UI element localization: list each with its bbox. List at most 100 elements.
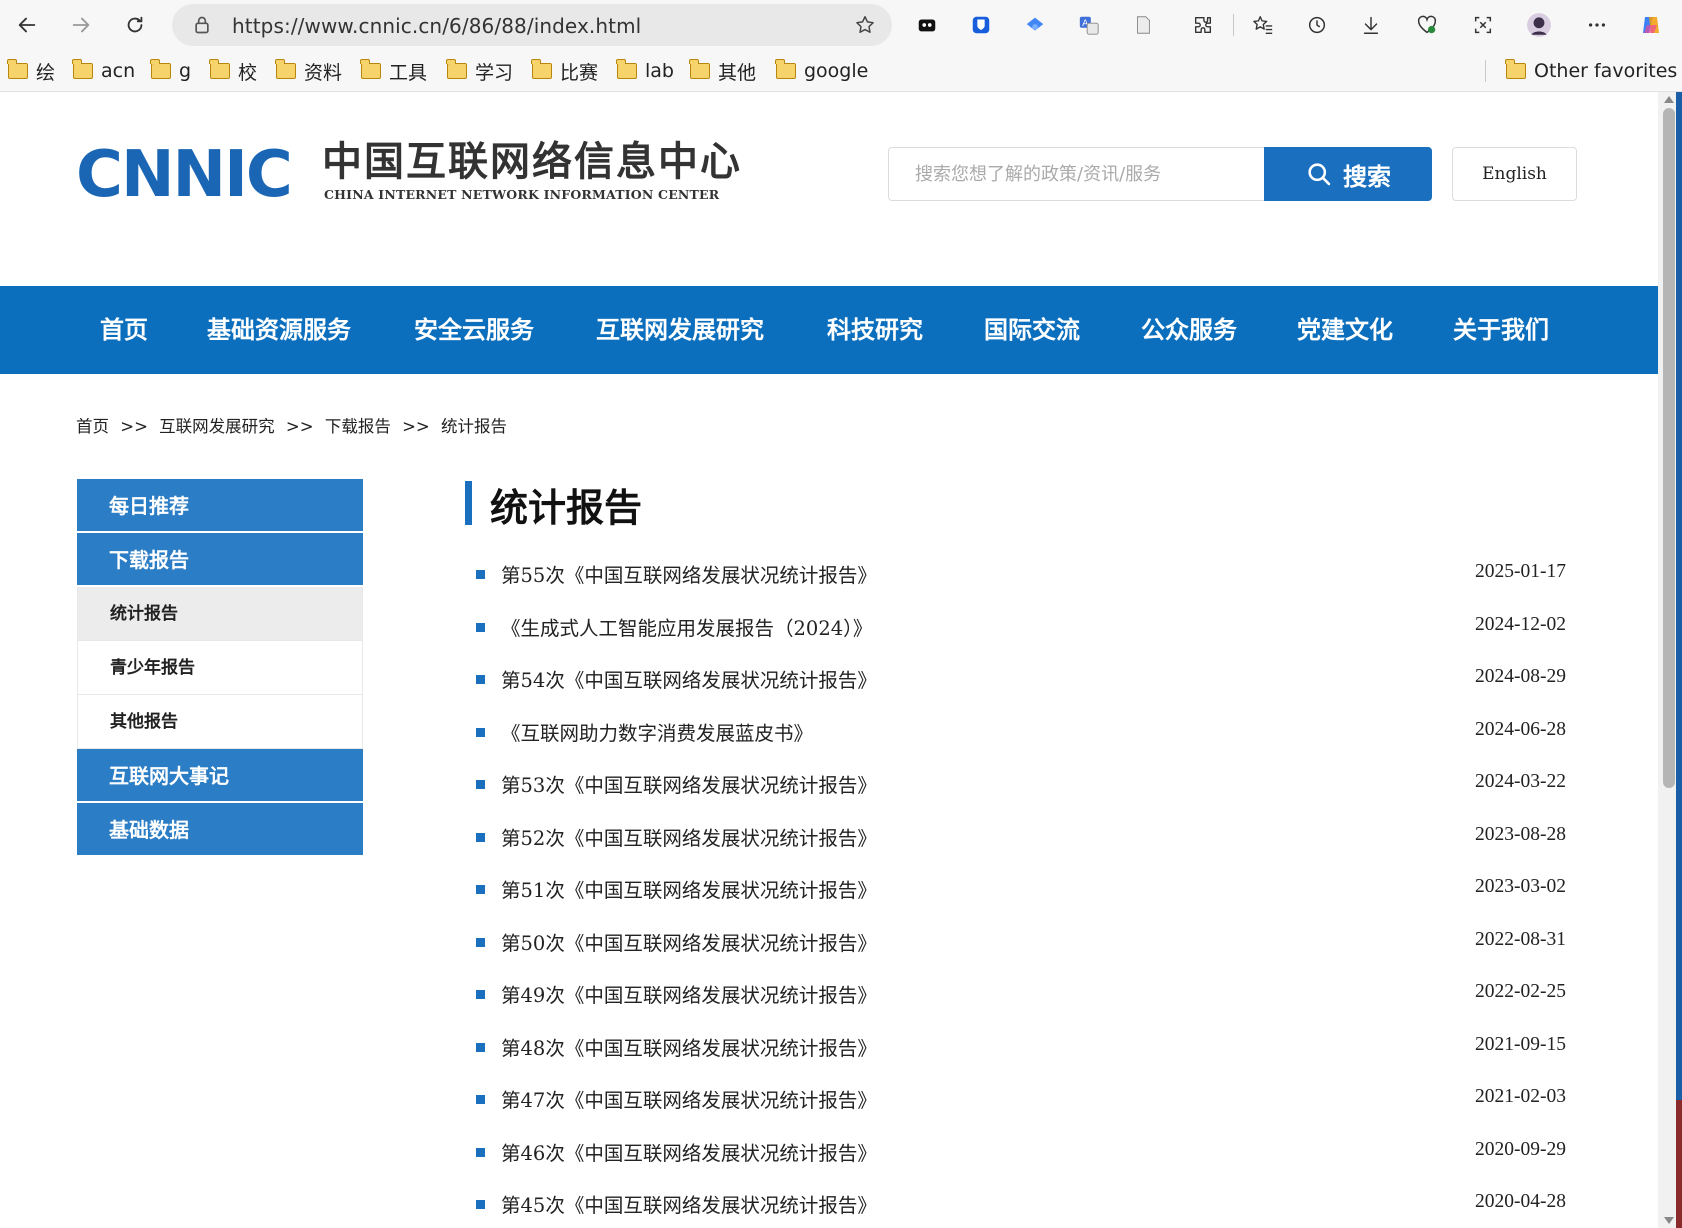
address-bar[interactable]: https://www.cnnic.cn/6/86/88/index.html <box>172 4 892 46</box>
report-title-link[interactable]: 第46次《中国互联网络发展状况统计报告》 <box>501 1137 877 1166</box>
bookmark-folder[interactable]: 比赛 <box>531 58 598 84</box>
list-item[interactable]: 第54次《中国互联网络发展状况统计报告》 2024-08-29 <box>476 655 1566 708</box>
nav-item-public-service[interactable]: 公众服务 <box>1141 286 1237 374</box>
sidebar-item-basic-data[interactable]: 基础数据 <box>77 803 363 857</box>
history-icon[interactable] <box>1304 12 1330 38</box>
browser-toolbar: https://www.cnnic.cn/6/86/88/index.html … <box>0 0 1682 50</box>
favorites-icon[interactable] <box>1250 12 1276 38</box>
list-item[interactable]: 第50次《中国互联网络发展状况统计报告》 2022-08-31 <box>476 918 1566 971</box>
logo-english-name: CHINA INTERNET NETWORK INFORMATION CENTE… <box>324 187 720 202</box>
breadcrumb-internet-research[interactable]: 互联网发展研究 <box>159 417 275 436</box>
bookmarks-separator <box>1485 60 1486 82</box>
nav-item-party-culture[interactable]: 党建文化 <box>1297 286 1393 374</box>
sidebar-item-download[interactable]: 下载报告 <box>77 533 363 587</box>
bookmark-folder[interactable]: g <box>150 58 191 84</box>
breadcrumb-current: 统计报告 <box>440 417 507 436</box>
nav-item-security-cloud[interactable]: 安全云服务 <box>414 286 534 374</box>
bookmark-folder[interactable]: google <box>775 58 868 84</box>
nav-item-home[interactable]: 首页 <box>100 286 148 374</box>
bookmark-folder[interactable]: 校 <box>209 58 257 84</box>
folder-icon <box>775 59 796 79</box>
bullet-icon <box>476 675 485 684</box>
list-item[interactable]: 第49次《中国互联网络发展状况统计报告》 2022-02-25 <box>476 970 1566 1023</box>
nav-item-internet-research[interactable]: 互联网发展研究 <box>596 286 764 374</box>
forward-arrow-icon[interactable] <box>62 6 100 44</box>
profile-avatar-icon[interactable] <box>1526 12 1552 38</box>
refresh-icon[interactable] <box>116 6 154 44</box>
lock-icon[interactable] <box>192 15 212 35</box>
password-manager-icon[interactable] <box>968 12 994 38</box>
breadcrumb-separator: >> <box>120 417 148 436</box>
sidebar-subitem-other[interactable]: 其他报告 <box>77 695 363 749</box>
report-title-link[interactable]: 第52次《中国互联网络发展状况统计报告》 <box>501 822 877 851</box>
list-item[interactable]: 第47次《中国互联网络发展状况统计报告》 2021-02-03 <box>476 1075 1566 1128</box>
logo-chinese-name: 中国互联网络信息中心 <box>322 138 742 185</box>
scrollbar-thumb[interactable] <box>1663 108 1675 788</box>
list-item[interactable]: 《互联网助力数字消费发展蓝皮书》 2024-06-28 <box>476 708 1566 761</box>
bookmark-folder[interactable]: 学习 <box>446 58 513 84</box>
document-icon[interactable] <box>1130 12 1156 38</box>
sidebar-item-daily[interactable]: 每日推荐 <box>77 479 363 533</box>
screenshot-icon[interactable] <box>1470 12 1496 38</box>
sidebar-item-events[interactable]: 互联网大事记 <box>77 749 363 803</box>
bookmark-folder[interactable]: lab <box>616 58 674 84</box>
bullet-icon <box>476 832 485 842</box>
search-icon <box>1308 163 1331 186</box>
report-title-link[interactable]: 第53次《中国互联网络发展状况统计报告》 <box>501 769 877 798</box>
folder-icon <box>616 59 637 79</box>
report-title-link[interactable]: 第45次《中国互联网络发展状况统计报告》 <box>501 1189 877 1218</box>
bullet-icon <box>476 570 485 579</box>
report-date: 2021-02-03 <box>1475 1086 1566 1107</box>
scroll-down-arrow-icon[interactable] <box>1664 1217 1674 1224</box>
bookmark-folder[interactable]: 绘 <box>7 58 55 84</box>
report-title-link[interactable]: 第51次《中国互联网络发展状况统计报告》 <box>501 874 877 903</box>
browser-essentials-icon[interactable] <box>1414 12 1440 38</box>
nav-item-basic-resource[interactable]: 基础资源服务 <box>207 286 351 374</box>
nav-item-about-us[interactable]: 关于我们 <box>1453 286 1549 374</box>
side-panel-edge <box>1676 92 1682 1228</box>
nav-item-international[interactable]: 国际交流 <box>984 286 1080 374</box>
report-title-link[interactable]: 第48次《中国互联网络发展状况统计报告》 <box>501 1032 877 1061</box>
favorite-star-icon[interactable] <box>854 14 876 36</box>
breadcrumb-home[interactable]: 首页 <box>76 417 109 436</box>
bullet-icon <box>476 1200 485 1209</box>
report-title-link[interactable]: 第54次《中国互联网络发展状况统计报告》 <box>501 664 877 693</box>
report-title-link[interactable]: 第55次《中国互联网络发展状况统计报告》 <box>501 559 877 588</box>
english-button[interactable]: English <box>1452 147 1577 201</box>
extensions-puzzle-icon[interactable] <box>1190 12 1216 38</box>
scholar-icon[interactable] <box>1022 12 1048 38</box>
nav-item-tech-research[interactable]: 科技研究 <box>827 286 923 374</box>
report-title-link[interactable]: 第50次《中国互联网络发展状况统计报告》 <box>501 927 877 956</box>
more-options-icon[interactable] <box>1584 12 1610 38</box>
list-item[interactable]: 第48次《中国互联网络发展状况统计报告》 2021-09-15 <box>476 1023 1566 1076</box>
list-item[interactable]: 第55次《中国互联网络发展状况统计报告》 2025-01-17 <box>476 550 1566 603</box>
list-item[interactable]: 第53次《中国互联网络发展状况统计报告》 2024-03-22 <box>476 760 1566 813</box>
bookmark-folder[interactable]: 资料 <box>275 58 342 84</box>
report-title-link[interactable]: 《生成式人工智能应用发展报告（2024）》 <box>501 612 872 641</box>
bookmark-folder[interactable]: acn <box>72 58 135 84</box>
downloads-icon[interactable] <box>1358 12 1384 38</box>
list-item[interactable]: 第52次《中国互联网络发展状况统计报告》 2023-08-28 <box>476 813 1566 866</box>
sidebar-subitem-statistics[interactable]: 统计报告 <box>77 587 363 641</box>
folder-icon <box>209 59 230 79</box>
breadcrumb-download-reports[interactable]: 下载报告 <box>325 417 391 436</box>
list-item[interactable]: 第51次《中国互联网络发展状况统计报告》 2023-03-02 <box>476 865 1566 918</box>
bookmark-folder[interactable]: 工具 <box>360 58 427 84</box>
copilot-icon[interactable] <box>1638 12 1664 38</box>
search-input[interactable] <box>888 147 1264 201</box>
scroll-up-arrow-icon[interactable] <box>1664 96 1674 103</box>
bookmark-folder[interactable]: 其他 <box>689 58 756 84</box>
report-title-link[interactable]: 《互联网助力数字消费发展蓝皮书》 <box>501 717 813 746</box>
sidebar-subitem-youth[interactable]: 青少年报告 <box>77 641 363 695</box>
search-button[interactable]: 搜索 <box>1264 147 1432 201</box>
other-favorites-folder[interactable]: Other favorites <box>1505 58 1677 84</box>
list-item[interactable]: 《生成式人工智能应用发展报告（2024）》 2024-12-02 <box>476 603 1566 656</box>
report-title-link[interactable]: 第47次《中国互联网络发展状况统计报告》 <box>501 1084 877 1113</box>
url-text[interactable]: https://www.cnnic.cn/6/86/88/index.html <box>232 14 641 38</box>
report-title-link[interactable]: 第49次《中国互联网络发展状况统计报告》 <box>501 979 877 1008</box>
translate-icon[interactable]: A <box>1076 12 1102 38</box>
list-item[interactable]: 第46次《中国互联网络发展状况统计报告》 2020-09-29 <box>476 1128 1566 1181</box>
list-item[interactable]: 第45次《中国互联网络发展状况统计报告》 2020-04-28 <box>476 1180 1566 1228</box>
extension-icon[interactable] <box>914 12 940 38</box>
back-arrow-icon[interactable] <box>8 6 46 44</box>
